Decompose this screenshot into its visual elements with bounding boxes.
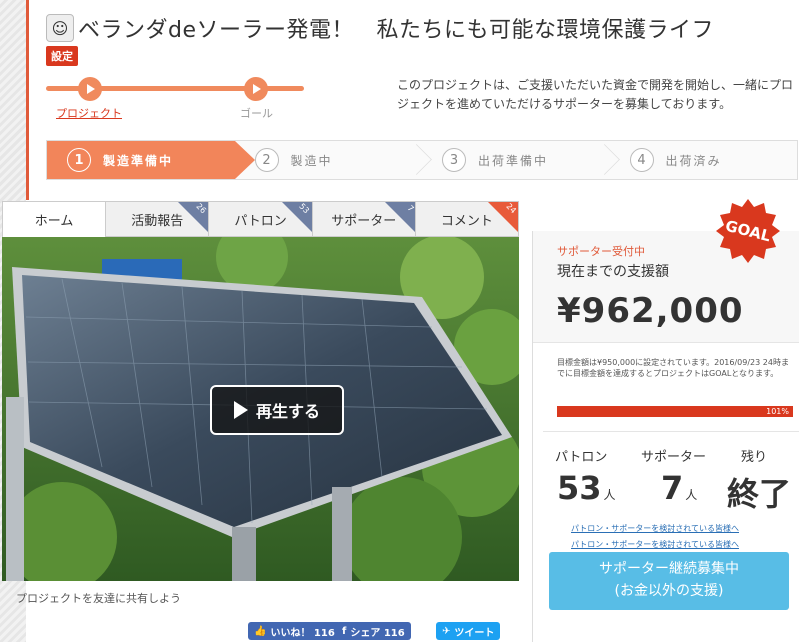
patron-info-link-2[interactable]: パトロン・サポーターを検討されている皆様へ	[571, 539, 739, 550]
divider	[543, 431, 799, 432]
mini-progress-start-link[interactable]: プロジェクト	[56, 105, 122, 121]
progress-fill	[557, 406, 793, 417]
facebook-icon: f	[342, 625, 347, 637]
patron-info-link[interactable]: パトロン・サポーターを検討されている皆様へ	[571, 523, 739, 534]
twitter-icon: ✈	[442, 625, 451, 637]
tab-supporters[interactable]: サポーター 7	[312, 201, 416, 237]
amount-label: 現在までの支援額	[557, 264, 669, 280]
funding-amount: ¥962,000	[557, 291, 744, 331]
patron-count: 53 人	[557, 469, 616, 507]
play-button-label: 再生する	[255, 402, 320, 421]
patron-count-unit: 人	[603, 488, 616, 502]
settings-badge[interactable]: 設定	[46, 46, 78, 66]
tweet-button[interactable]: ✈ ツイート	[436, 622, 501, 640]
like-label: いいね！ 116	[270, 627, 335, 639]
funding-progress-bar: 101%	[557, 406, 793, 417]
cta-title: サポーター継続募集中	[599, 561, 739, 577]
step-shipping-prep: 3 出荷準備中	[422, 141, 610, 179]
project-page: ☺ ベランダdeソーラー発電！ 私たちにも可能な環境保護ライフ 設定 プロジェク…	[0, 0, 800, 642]
tab-home[interactable]: ホーム	[2, 201, 107, 237]
project-description: このプロジェクトは、ご支援いただいた資金で開発を開始し、一緒にプロジェクトを進め…	[397, 78, 794, 112]
remaining-value: 終了	[727, 475, 792, 513]
page-title: ベランダdeソーラー発電！ 私たちにも可能な環境保護ライフ	[78, 18, 715, 43]
patron-count-label: パトロン	[555, 450, 608, 465]
project-video[interactable]: 再生する	[2, 237, 519, 581]
owner-avatar-icon[interactable]: ☺	[46, 14, 74, 42]
cta-subtitle: (お金以外の支援)	[614, 582, 724, 599]
share-prompt: プロジェクトを友達に共有しよう	[16, 592, 181, 605]
tweet-label: ツイート	[454, 627, 495, 639]
tab-label: 活動報告	[131, 213, 184, 229]
step-label: 出荷済み	[665, 153, 722, 168]
step-number: 2	[254, 148, 279, 172]
supporter-count: 7人	[661, 469, 697, 507]
supporter-recruit-button[interactable]: サポーター継続募集中 (お金以外の支援)	[549, 552, 789, 610]
step-label: 製造準備中	[103, 153, 174, 168]
step-number: 3	[442, 148, 466, 172]
mini-progress-end-label: ゴール	[240, 107, 273, 120]
play-circle-icon	[244, 77, 268, 101]
progress-percent: 101%	[766, 407, 789, 416]
step-label: 出荷準備中	[478, 153, 549, 168]
step-preparing: 1 製造準備中	[47, 141, 254, 179]
frame-accent-line	[26, 0, 29, 200]
tab-patrons[interactable]: パトロン 53	[209, 201, 313, 237]
share-label: シェア 116	[350, 627, 405, 639]
supporter-count-value: 7	[661, 469, 684, 507]
facebook-share-button[interactable]: f シェア 116	[336, 622, 411, 640]
step-manufacturing: 2 製造中	[235, 141, 423, 179]
play-video-button[interactable]: 再生する	[210, 385, 344, 435]
tab-label: パトロン	[234, 213, 287, 229]
supporter-count-unit: 人	[685, 488, 698, 502]
play-circle-icon	[78, 77, 102, 101]
step-label: 製造中	[290, 153, 333, 168]
tab-activity-reports[interactable]: 活動報告 26	[106, 201, 210, 237]
goal-achieved-badge: GOAL	[714, 197, 782, 265]
remaining-label: 残り	[741, 450, 768, 465]
facebook-like-button[interactable]: 👍 いいね！ 116	[248, 622, 341, 640]
patron-count-value: 53	[557, 469, 602, 507]
tab-label: コメント	[440, 213, 493, 229]
goal-note: 目標金額は¥950,000に設定されています。2016/09/23 24時までに…	[557, 358, 789, 378]
play-icon	[233, 401, 248, 419]
tab-comments[interactable]: コメント 24	[415, 201, 520, 237]
funding-panel: サポーター受付中 現在までの支援額 ¥962,000 目標金額は¥950,000…	[532, 231, 799, 642]
title-row: ☺ ベランダdeソーラー発電！ 私たちにも可能な環境保護ライフ	[46, 12, 714, 44]
project-tabs: ホーム 活動報告 26 パトロン 53 サポーター 7 コメント 24	[2, 201, 520, 237]
tab-label: ホーム	[34, 214, 74, 229]
thumbs-up-icon: 👍	[254, 625, 267, 637]
supporter-count-label: サポーター	[641, 450, 707, 465]
step-shipped: 4 出荷済み	[610, 141, 798, 179]
step-number: 1	[67, 148, 91, 172]
status-steps: 1 製造準備中 2 製造中 3 出荷準備中 4 出荷済み	[46, 140, 798, 180]
step-number: 4	[629, 148, 654, 172]
funding-status: サポーター受付中	[557, 245, 645, 258]
